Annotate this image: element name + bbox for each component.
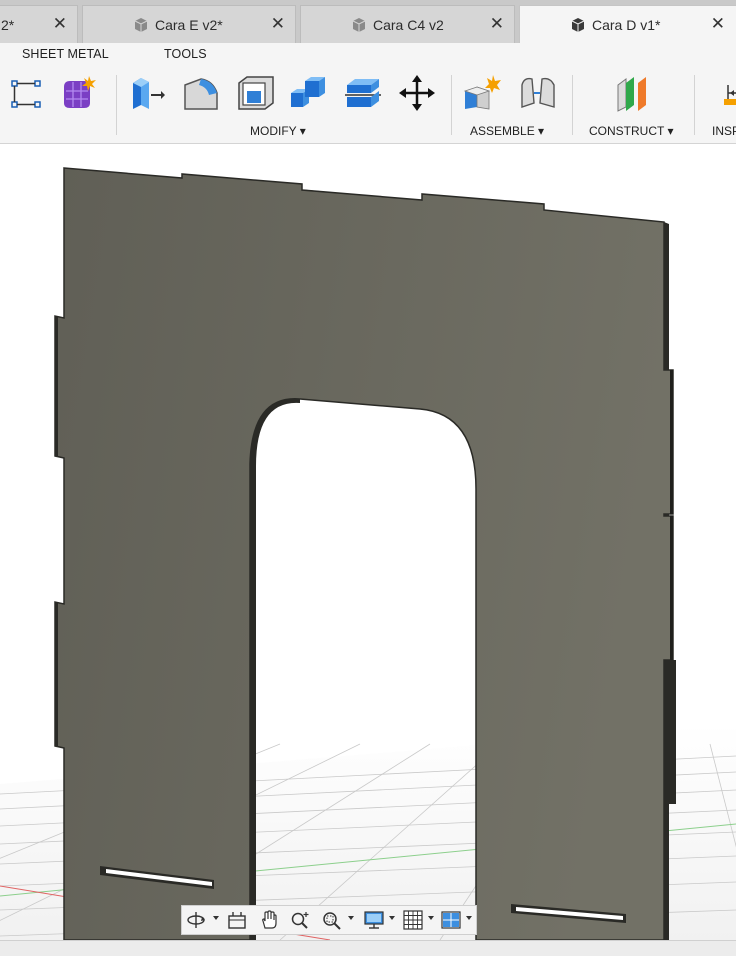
close-icon[interactable]: ✕ — [711, 15, 725, 32]
ribbon-separator — [451, 75, 452, 135]
split-face-icon[interactable] — [343, 73, 383, 113]
chevron-down-icon[interactable] — [389, 916, 395, 920]
fillet-icon[interactable] — [181, 73, 221, 113]
ribbon-tab-sheet-metal[interactable]: SHEET METAL — [22, 47, 109, 61]
3d-canvas-viewport[interactable] — [0, 144, 736, 940]
combine-icon[interactable] — [289, 73, 329, 113]
document-tab-4-active[interactable]: Cara D v1* ✕ — [519, 5, 736, 44]
sketch-dimension-icon[interactable] — [6, 73, 46, 113]
left-tab-edge — [55, 602, 58, 746]
measure-icon[interactable] — [718, 73, 736, 113]
canvas-scene[interactable] — [0, 144, 736, 940]
document-icon — [352, 17, 366, 32]
chevron-down-icon[interactable] — [428, 916, 434, 920]
ribbon-separator — [694, 75, 695, 135]
toolbar-ribbon: SHEET METAL TOOLS MODIFY ▾ ASSEMBLE ▾ CO… — [0, 43, 736, 144]
status-strip — [0, 940, 736, 956]
close-icon[interactable]: ✕ — [53, 15, 67, 32]
document-tab-3[interactable]: Cara C4 v2 ✕ — [300, 5, 515, 43]
fit-icon[interactable] — [320, 909, 344, 931]
document-icon — [571, 18, 585, 32]
ribbon-tab-tools[interactable]: TOOLS — [164, 47, 207, 61]
chevron-down-icon[interactable] — [348, 916, 354, 920]
right-tab-edge — [664, 660, 676, 804]
joint-icon[interactable] — [518, 73, 558, 113]
zoom-icon[interactable] — [288, 909, 312, 931]
display-settings-icon[interactable] — [362, 909, 386, 931]
construct-group-label[interactable]: CONSTRUCT ▾ — [589, 124, 673, 138]
tab-label: Cara D v1* — [592, 17, 661, 33]
right-tab-edge — [670, 516, 673, 660]
viewports-icon[interactable] — [439, 909, 463, 931]
press-pull-icon[interactable] — [127, 73, 167, 113]
pan-icon[interactable] — [257, 909, 281, 931]
right-tab-edge — [670, 370, 673, 514]
ribbon-separator — [572, 75, 573, 135]
chevron-down-icon[interactable] — [466, 916, 472, 920]
offset-plane-icon[interactable] — [614, 73, 654, 113]
tab-label: Cara E v2* — [155, 16, 223, 33]
tab-label: 2* — [1, 16, 15, 33]
document-tab-bar: 2* ✕ Cara E v2* ✕ Cara C4 v2 ✕ Cara D v1… — [0, 0, 736, 44]
look-at-icon[interactable] — [225, 909, 249, 931]
navigation-toolbar — [181, 905, 477, 935]
shell-icon[interactable] — [235, 73, 275, 113]
document-tab-1[interactable]: 2* ✕ — [0, 5, 78, 43]
inspect-group-label[interactable]: INSP — [712, 124, 736, 138]
grid-icon[interactable] — [401, 909, 425, 931]
move-icon[interactable] — [397, 73, 437, 113]
close-icon[interactable]: ✕ — [490, 15, 504, 32]
tab-label: Cara C4 v2 — [373, 16, 444, 33]
assemble-group-label[interactable]: ASSEMBLE ▾ — [470, 124, 544, 138]
left-tab-edge — [55, 316, 58, 456]
document-tab-2[interactable]: Cara E v2* ✕ — [82, 5, 296, 43]
create-form-icon[interactable] — [58, 73, 98, 113]
close-icon[interactable]: ✕ — [271, 15, 285, 32]
new-component-icon[interactable] — [463, 73, 503, 113]
modify-group-label[interactable]: MODIFY ▾ — [250, 124, 306, 138]
orbit-icon[interactable] — [184, 909, 208, 931]
chevron-down-icon[interactable] — [213, 916, 219, 920]
document-icon — [134, 17, 148, 32]
ribbon-separator — [116, 75, 117, 135]
